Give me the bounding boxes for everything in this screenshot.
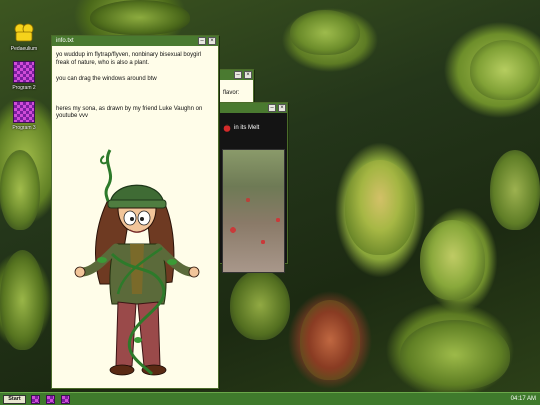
apple-icon: [223, 119, 231, 137]
desktop-icon-label: Pedaeulium: [10, 46, 38, 52]
minimize-button[interactable]: –: [198, 37, 206, 45]
checker-icon: [13, 101, 35, 123]
taskbar-program-icon[interactable]: [46, 395, 55, 404]
taskbar: Start 04:17 AM: [0, 392, 540, 405]
info-window-titlebar[interactable]: info.txt – ×: [52, 36, 218, 46]
desktop-icon-program-3[interactable]: Program 3: [4, 101, 44, 131]
checker-icon: [13, 61, 35, 83]
sona-drawing: [72, 144, 202, 384]
orchard-photo: [222, 149, 285, 273]
info-text-body: yo wuddup im flytrap/flyven, nonbinary b…: [52, 46, 218, 136]
info-paragraph: yo wuddup im flytrap/flyven, nonbinary b…: [56, 52, 202, 66]
desktop-icon-program-2[interactable]: Program 2: [4, 61, 44, 91]
window-title: info.txt: [56, 38, 74, 44]
info-paragraph: you can drag the windows around btw: [56, 76, 157, 82]
clock: 04:17 AM: [510, 396, 536, 402]
melt-window-titlebar[interactable]: – ×: [220, 103, 287, 113]
close-button[interactable]: ×: [208, 37, 216, 45]
info-paragraph: heres my sona, as drawn by my friend Luk…: [56, 105, 203, 120]
flavor-window-titlebar[interactable]: – ×: [220, 70, 253, 80]
folder-icon: [13, 22, 35, 44]
melt-header: in its Melt: [220, 113, 287, 141]
desktop-icon-pedaeulium[interactable]: Pedaeulium: [4, 22, 44, 52]
close-button[interactable]: ×: [278, 104, 286, 112]
minimize-button[interactable]: –: [234, 71, 242, 79]
info-window[interactable]: info.txt – × yo wuddup im flytrap/flyven…: [51, 35, 219, 389]
desktop-icon-label: Program 3: [12, 125, 36, 131]
taskbar-program-icon[interactable]: [31, 395, 40, 404]
close-button[interactable]: ×: [244, 71, 252, 79]
minimize-button[interactable]: –: [268, 104, 276, 112]
taskbar-program-icon[interactable]: [61, 395, 70, 404]
desktop-icon-label: Program 2: [12, 85, 36, 91]
melt-window[interactable]: – × in its Melt: [219, 102, 288, 273]
melt-title-text: in its Melt: [234, 125, 260, 131]
start-button[interactable]: Start: [3, 395, 26, 404]
